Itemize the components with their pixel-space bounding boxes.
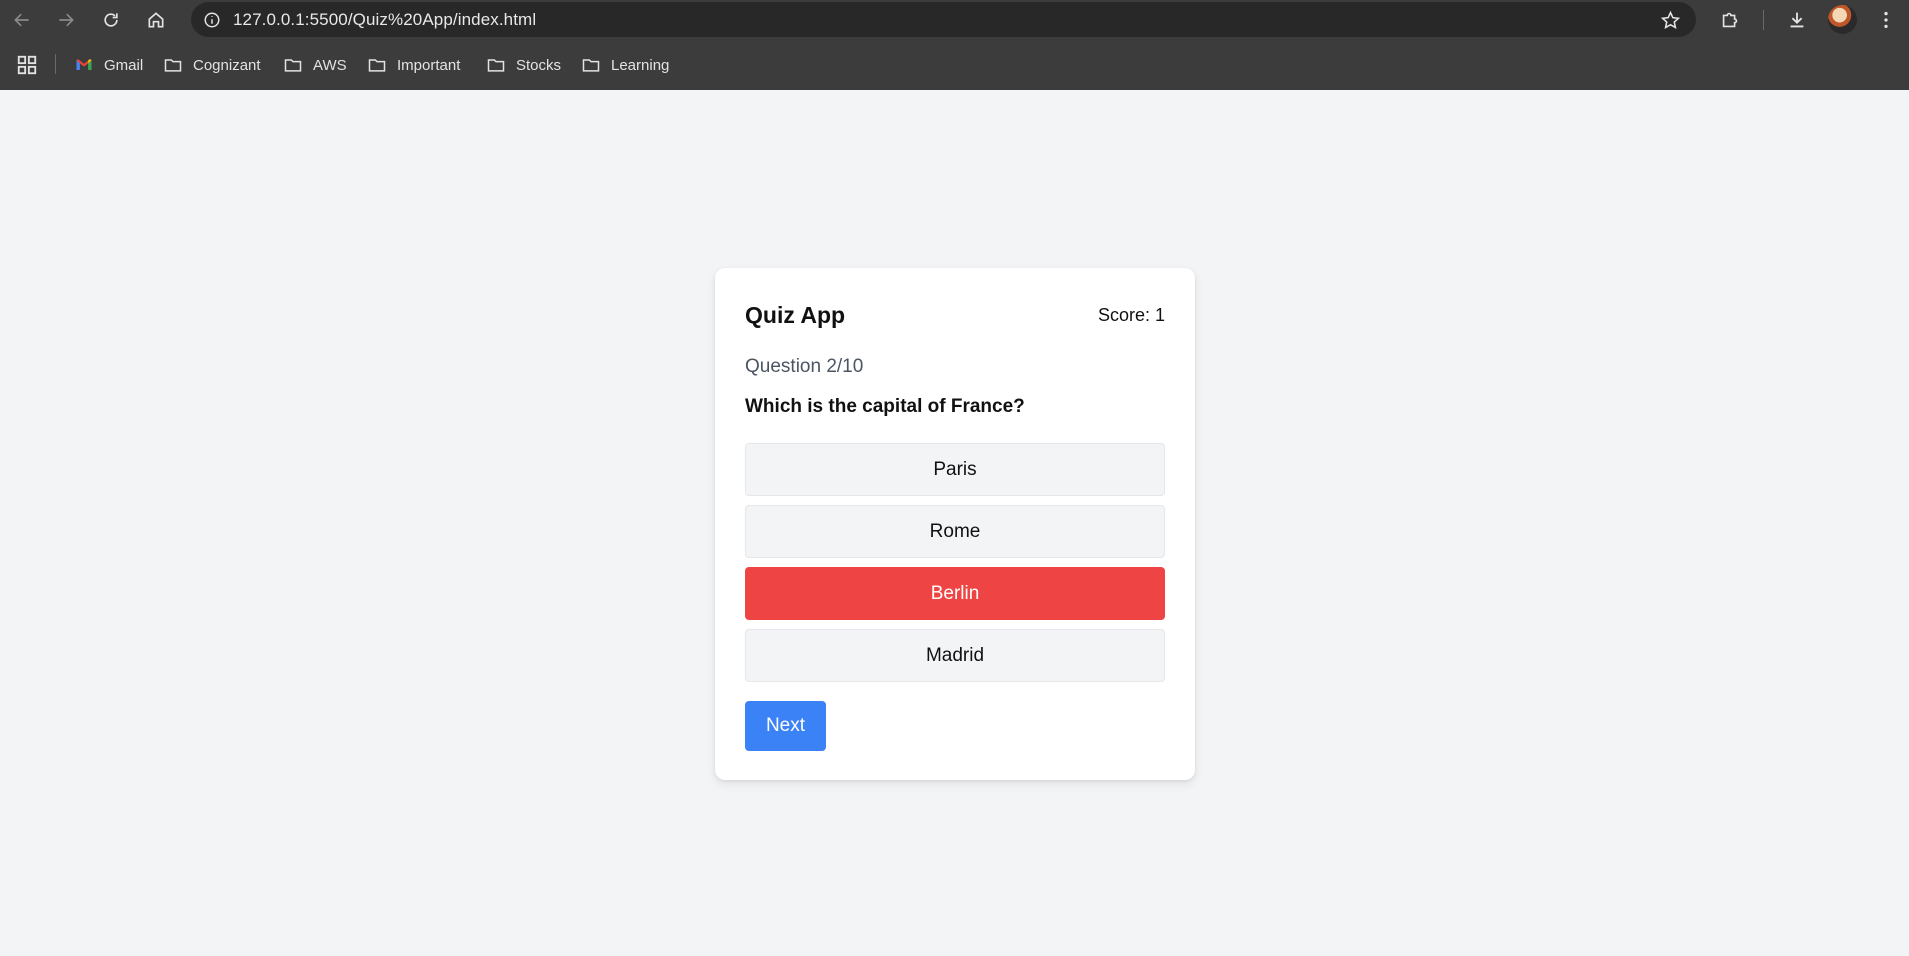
bookmark-label: Gmail [104, 56, 144, 74]
bookmark-label: Stocks [516, 56, 562, 74]
answer-option-paris[interactable]: Paris [745, 443, 1165, 496]
reload-icon [104, 13, 118, 27]
quiz-card: Quiz App Score: 1 Question 2/10 Which is… [715, 268, 1195, 780]
gmail-icon [76, 59, 92, 70]
bookmark-stocks[interactable]: Stocks [486, 52, 561, 78]
site-info-button[interactable] [195, 3, 229, 37]
download-icon [1790, 12, 1804, 28]
address-bar[interactable]: 127.0.0.1:5500/Quiz%20App/index.html [191, 2, 1696, 37]
question-counter: Question 2/10 [745, 356, 864, 377]
bookmark-learning[interactable]: Learning [581, 52, 669, 78]
answer-option-madrid[interactable]: Madrid [745, 629, 1165, 682]
bookmarks-divider [55, 54, 56, 74]
info-icon [204, 12, 220, 27]
arrow-right-icon [59, 13, 74, 27]
arrow-left-icon [14, 13, 29, 27]
apps-grid-icon[interactable] [16, 54, 38, 76]
score-display: Score: 1 [1097, 304, 1165, 325]
folder-icon [368, 59, 386, 72]
bookmark-label: Important [397, 56, 461, 74]
folder-icon [582, 59, 600, 72]
extensions-button[interactable] [1715, 5, 1745, 35]
quiz-title: Quiz App [745, 301, 846, 328]
home-icon [148, 12, 164, 28]
puzzle-icon [1722, 12, 1738, 28]
next-button[interactable]: Next [745, 701, 826, 751]
more-vertical-icon [1884, 11, 1888, 29]
bookmark-label: AWS [313, 56, 347, 74]
bookmark-aws[interactable]: AWS [283, 52, 347, 78]
downloads-button[interactable] [1782, 5, 1812, 35]
browser-menu-button[interactable] [1871, 5, 1901, 35]
bookmark-label: Learning [611, 56, 670, 74]
folder-icon [164, 59, 182, 72]
folder-icon [487, 59, 505, 72]
bookmarks-bar: Gmail Cognizant AWS Important Stocks Lea… [0, 39, 1909, 90]
profile-avatar[interactable] [1828, 5, 1857, 34]
bookmark-cognizant[interactable]: Cognizant [163, 52, 261, 78]
folder-icon [284, 59, 302, 72]
star-icon [1660, 10, 1680, 29]
bookmark-important[interactable]: Important [367, 52, 460, 78]
answer-list: Paris Rome Berlin Madrid [745, 443, 1165, 691]
reload-button[interactable] [97, 6, 125, 34]
url-text: 127.0.0.1:5500/Quiz%20App/index.html [233, 9, 537, 29]
answer-option-berlin[interactable]: Berlin [745, 567, 1165, 620]
quiz-header: Quiz App Score: 1 [745, 300, 1165, 330]
home-button[interactable] [142, 6, 170, 34]
bookmark-star-button[interactable] [1656, 6, 1684, 34]
forward-button[interactable] [52, 6, 80, 34]
bookmark-label: Cognizant [193, 56, 261, 74]
answer-option-rome[interactable]: Rome [745, 505, 1165, 558]
toolbar-divider [1763, 10, 1764, 30]
question-text: Which is the capital of France? [745, 396, 1025, 417]
browser-toolbar: 127.0.0.1:5500/Quiz%20App/index.html [0, 0, 1909, 39]
bookmark-gmail[interactable]: Gmail [74, 52, 143, 78]
back-button[interactable] [8, 6, 36, 34]
